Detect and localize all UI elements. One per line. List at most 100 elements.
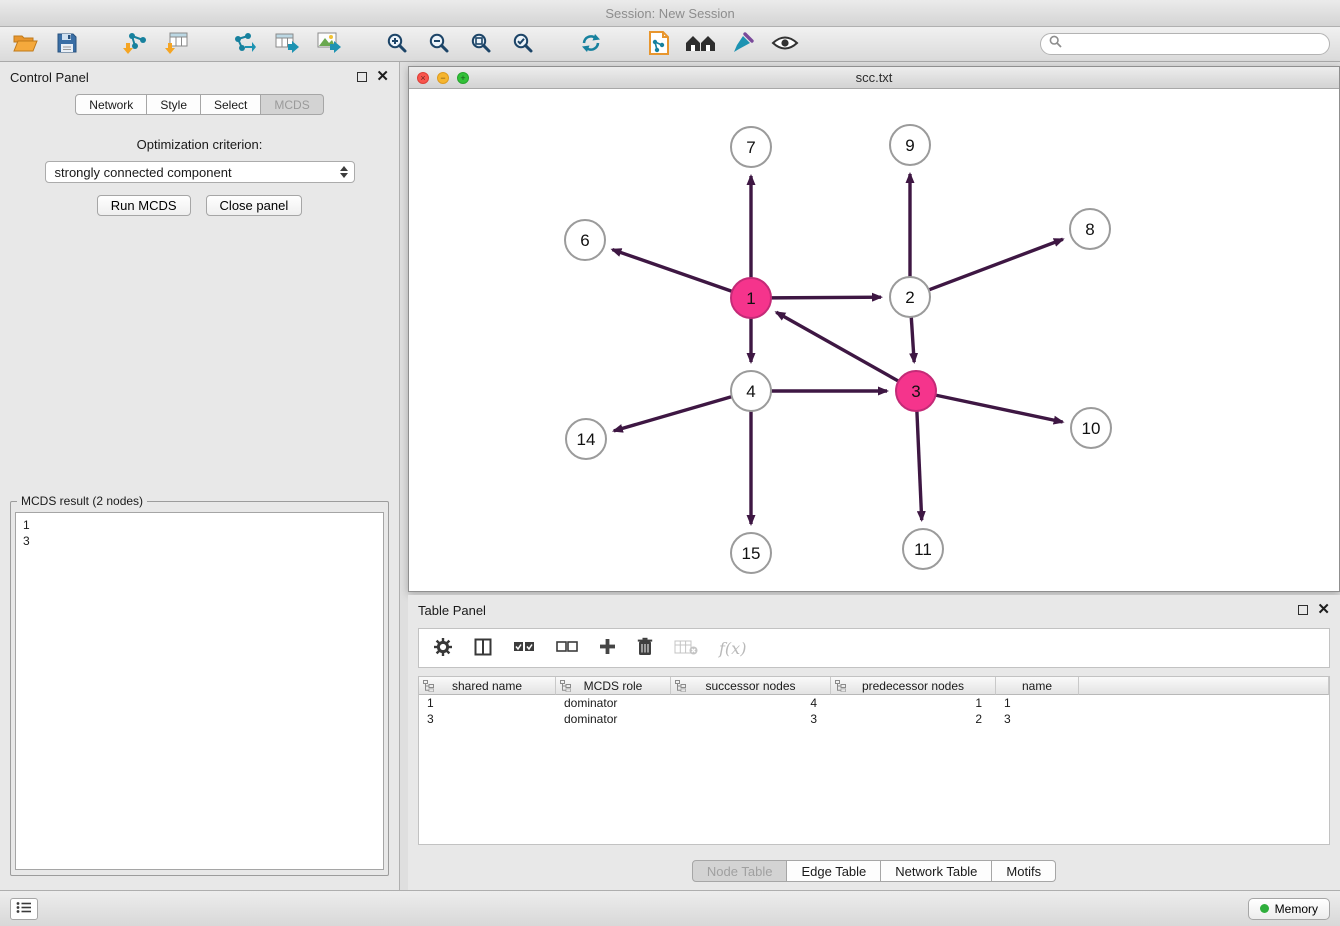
unchecked-boxes-icon [556,641,578,656]
delete-column-button[interactable] [637,635,653,661]
graph-node-8[interactable]: 8 [1070,209,1110,249]
table-row[interactable]: 3 dominator 3 2 3 [419,711,1329,727]
tab-node-table[interactable]: Node Table [692,860,788,882]
show-columns-button[interactable] [474,635,492,661]
run-mcds-button[interactable]: Run MCDS [97,195,191,216]
graph-node-11[interactable]: 11 [903,529,943,569]
close-panel-button[interactable]: Close panel [206,195,303,216]
column-header-shared-name[interactable]: shared name [419,677,556,695]
tab-edge-table[interactable]: Edge Table [787,860,881,882]
select-all-columns-button[interactable] [513,635,535,661]
svg-text:9: 9 [905,136,914,155]
style-button[interactable] [728,30,758,58]
control-panel-header: Control Panel ✕ [0,62,399,92]
graph-node-15[interactable]: 15 [731,533,771,573]
graph-edge-3-11[interactable] [917,411,922,520]
export-table-icon [274,31,300,58]
graph-node-6[interactable]: 6 [565,220,605,260]
graph-node-9[interactable]: 9 [890,125,930,165]
save-session-button[interactable] [52,30,82,58]
zoom-selected-button[interactable] [508,30,538,58]
export-image-icon [316,31,342,58]
refresh-button[interactable] [576,30,606,58]
table-panel-header: Table Panel ✕ [408,595,1340,625]
import-table-button[interactable] [162,30,192,58]
float-panel-icon[interactable] [357,72,367,82]
node-table: shared name MCDS role successor nodes pr… [418,676,1330,845]
graph-edge-3-1[interactable] [776,312,898,381]
graph-edge-4-14[interactable] [614,397,732,431]
export-table-button[interactable] [272,30,302,58]
column-header-predecessor-nodes[interactable]: predecessor nodes [831,677,996,695]
search-input[interactable] [1067,37,1321,51]
memory-button[interactable]: Memory [1248,898,1330,920]
window-titlebar[interactable]: Session: New Session [0,0,1340,27]
svg-text:10: 10 [1082,419,1101,438]
maximize-window-icon[interactable]: + [457,72,469,84]
tab-network-table[interactable]: Network Table [881,860,992,882]
table-panel: Table Panel ✕ [408,595,1340,890]
zoom-in-button[interactable] [382,30,412,58]
graph-edge-1-6[interactable] [612,250,732,292]
graph-node-7[interactable]: 7 [731,127,771,167]
graph-node-2[interactable]: 2 [890,277,930,317]
graph-edge-1-2[interactable] [771,297,881,298]
network-graph[interactable]: 7 9 6 8 1 2 4 3 14 10 15 11 [409,89,1339,591]
graph-node-1[interactable]: 1 [731,278,771,318]
delete-table-button[interactable] [674,635,698,661]
close-panel-icon[interactable]: ✕ [376,72,389,82]
tab-select[interactable]: Select [201,94,261,115]
export-network-button[interactable] [230,30,260,58]
network-canvas[interactable]: 7 9 6 8 1 2 4 3 14 10 15 11 [409,89,1339,591]
search-icon [1049,35,1062,53]
task-history-button[interactable] [10,898,38,920]
delete-table-icon [674,639,698,658]
cell-name: 1 [996,695,1079,711]
clone-network-button[interactable] [644,30,674,58]
search-box[interactable] [1040,33,1330,55]
zoom-out-icon [428,32,450,57]
open-file-button[interactable] [10,30,40,58]
control-panel-tabs: Network Style Select MCDS [0,94,399,115]
tab-mcds[interactable]: MCDS [261,94,323,115]
show-hide-button[interactable] [770,30,800,58]
table-settings-button[interactable] [433,635,453,661]
column-header-mcds-role[interactable]: MCDS role [556,677,671,695]
zoom-fit-icon [470,32,492,57]
graph-node-4[interactable]: 4 [731,371,771,411]
graph-edges [612,174,1062,524]
graph-edge-2-3[interactable] [911,317,914,362]
graph-node-3[interactable]: 3 [896,371,936,411]
table-row[interactable]: 1 dominator 4 1 1 [419,695,1329,711]
mcds-result-list[interactable]: 1 3 [15,512,384,870]
network-window-titlebar[interactable]: × − + scc.txt [409,67,1339,89]
float-table-panel-icon[interactable] [1298,605,1308,615]
optimization-criterion-select[interactable]: strongly connected component [45,161,355,183]
graph-edge-3-10[interactable] [936,395,1063,422]
svg-text:11: 11 [914,540,932,559]
first-neighbors-button[interactable] [686,30,716,58]
graph-edge-2-8[interactable] [929,239,1063,290]
import-network-button[interactable] [120,30,150,58]
function-builder-button[interactable]: f(x) [719,635,746,661]
cell-filler [1079,695,1329,711]
column-header-name[interactable]: name [996,677,1079,695]
sort-icon [675,680,686,695]
column-header-successor-nodes[interactable]: successor nodes [671,677,831,695]
refresh-icon [580,33,602,56]
close-table-panel-icon[interactable]: ✕ [1317,605,1330,615]
graph-node-14[interactable]: 14 [566,419,606,459]
add-column-button[interactable] [599,635,616,661]
deselect-all-columns-button[interactable] [556,635,578,661]
zoom-fit-button[interactable] [466,30,496,58]
cell-name: 3 [996,711,1079,727]
tab-network[interactable]: Network [75,94,147,115]
save-floppy-icon [56,32,78,57]
tab-style[interactable]: Style [147,94,201,115]
tab-motifs[interactable]: Motifs [992,860,1056,882]
minimize-window-icon[interactable]: − [437,72,449,84]
export-image-button[interactable] [314,30,344,58]
graph-node-10[interactable]: 10 [1071,408,1111,448]
zoom-out-button[interactable] [424,30,454,58]
close-window-icon[interactable]: × [417,72,429,84]
